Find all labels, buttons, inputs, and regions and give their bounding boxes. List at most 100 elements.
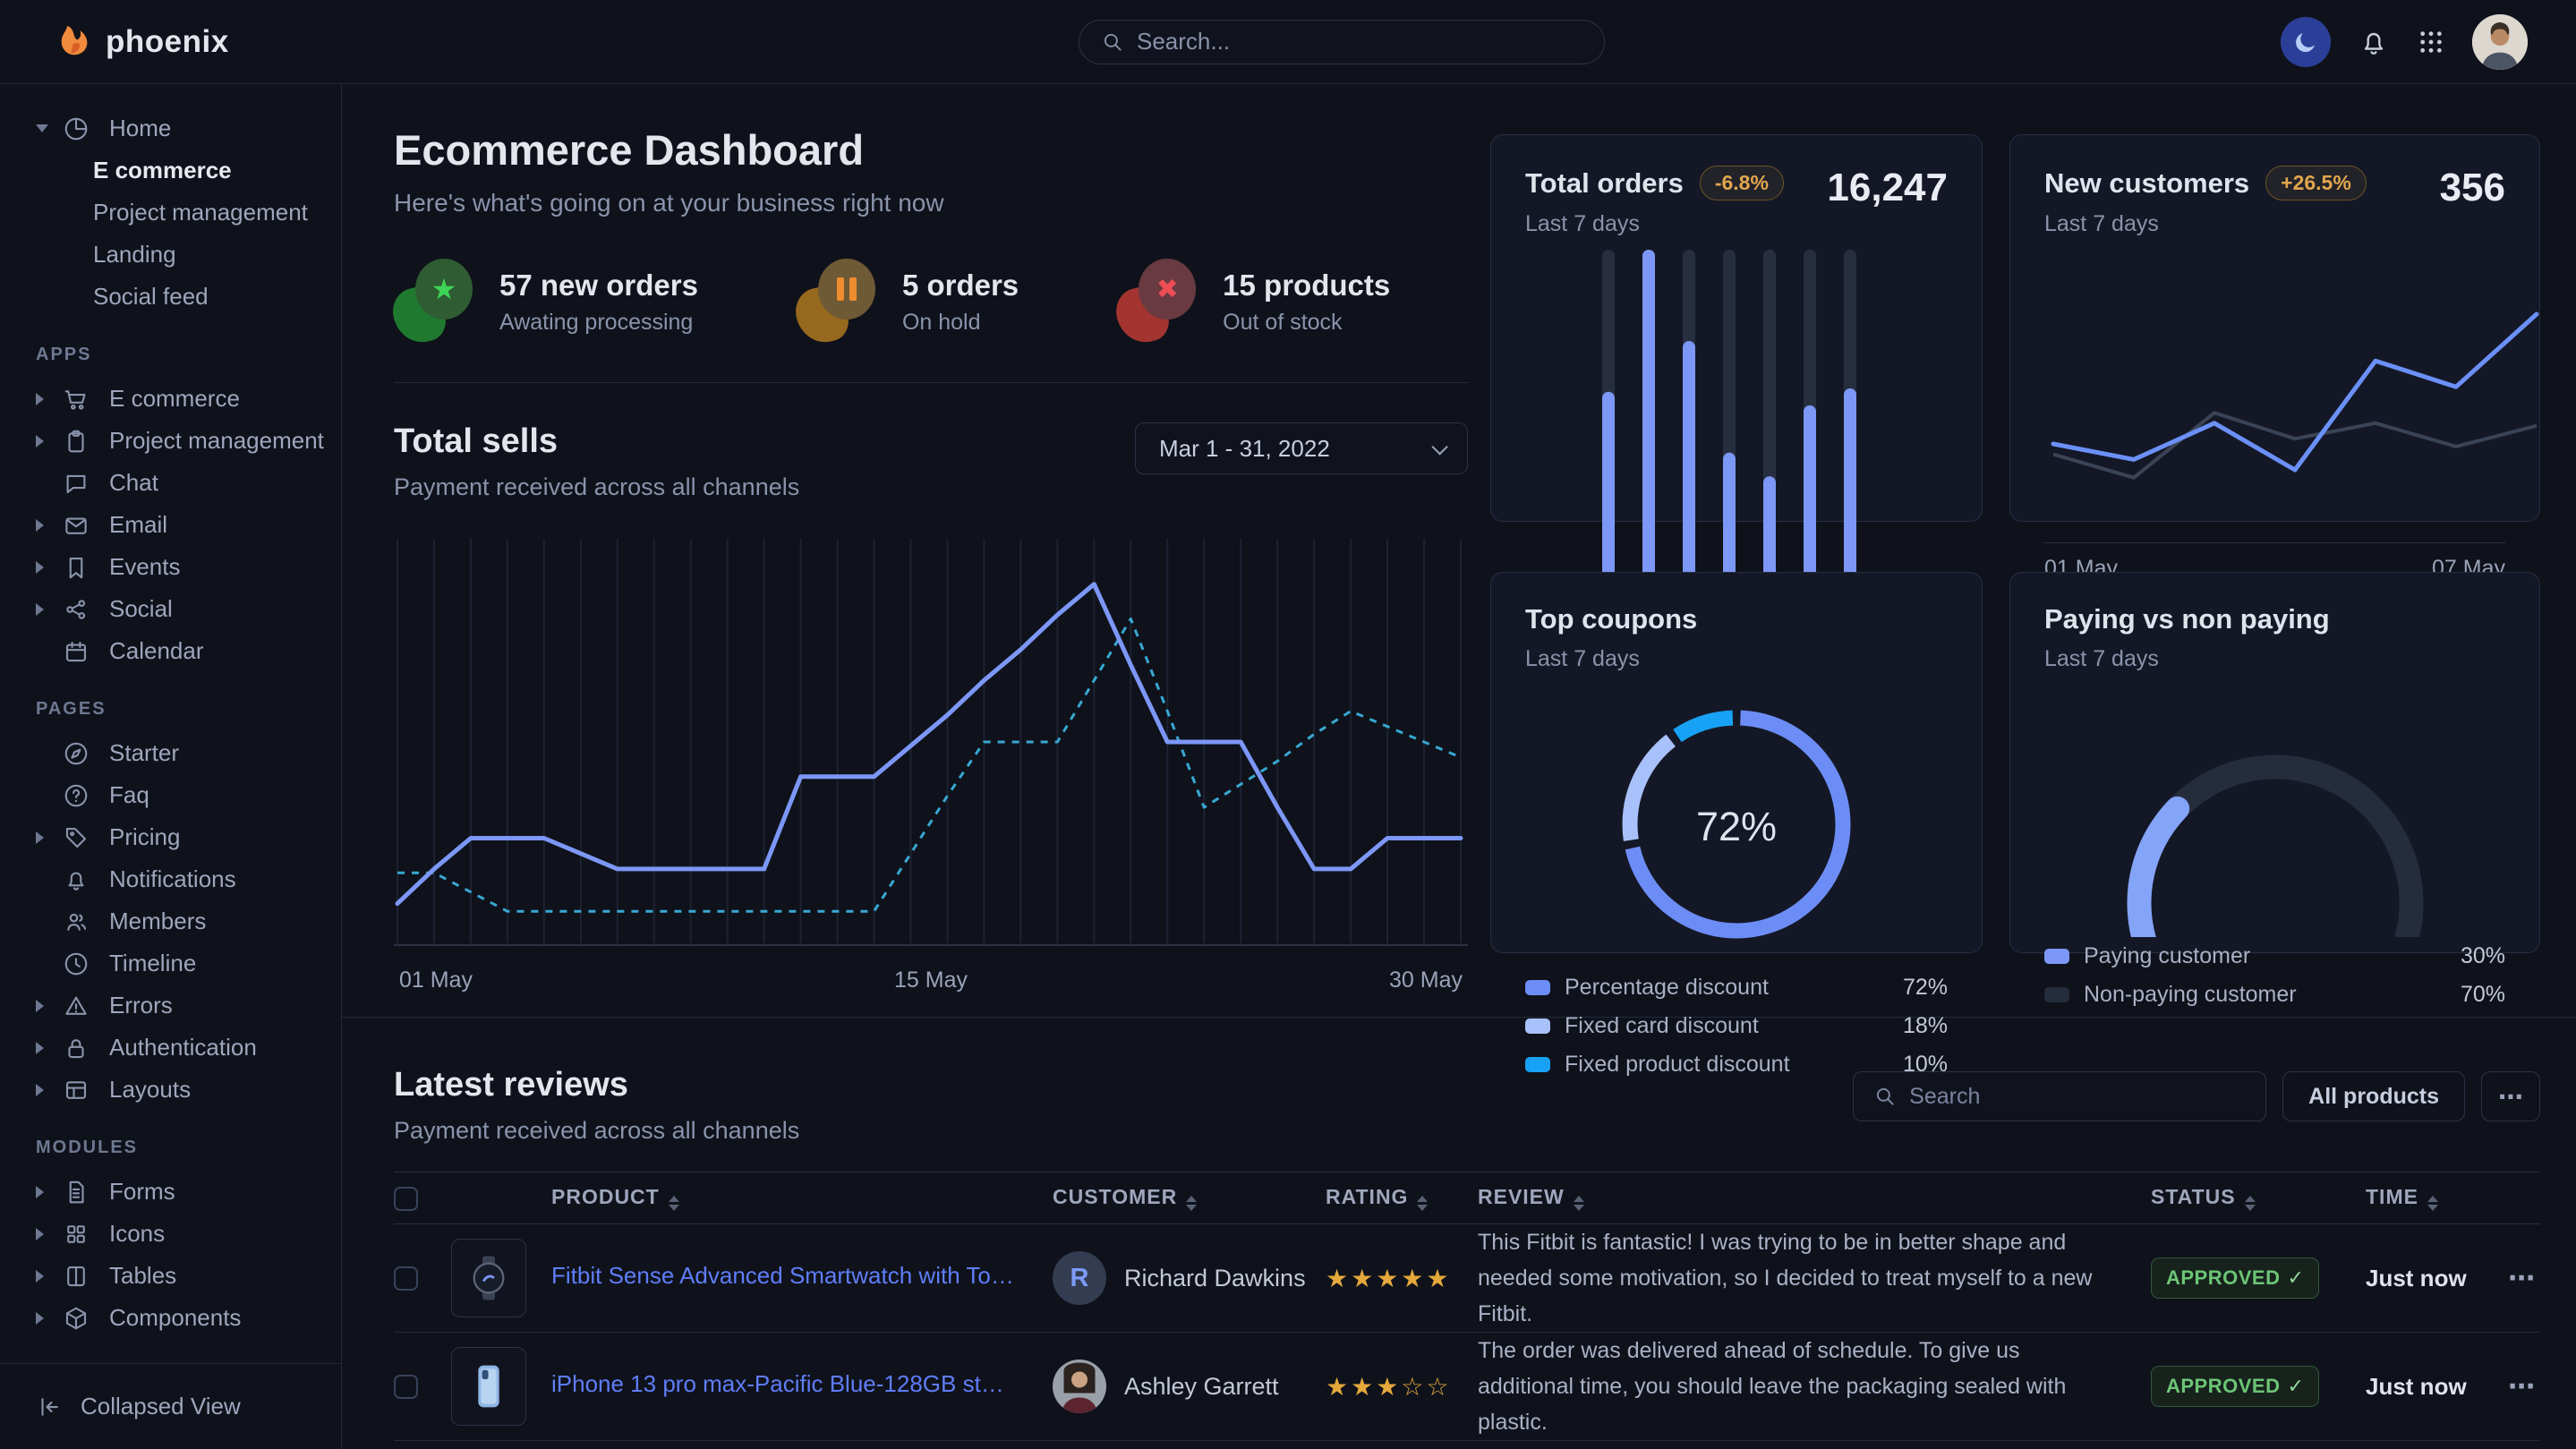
product-thumbnail[interactable] xyxy=(451,1239,526,1317)
sidebar-item-members[interactable]: Members xyxy=(0,900,341,942)
row-actions-button[interactable]: ⋯ xyxy=(2500,1371,2540,1402)
chevron-down-icon xyxy=(1431,439,1447,455)
caret-right-icon xyxy=(36,1084,63,1096)
reviews-search-input[interactable] xyxy=(1909,1084,2246,1110)
sidebar-item-authentication[interactable]: Authentication xyxy=(0,1027,341,1069)
caret-right-icon xyxy=(36,1186,63,1198)
avatar-image xyxy=(2472,14,2528,70)
envelope-icon xyxy=(63,512,90,539)
sidebar-item-project-management-page[interactable]: Project management xyxy=(0,192,341,234)
caret-right-icon xyxy=(36,435,63,447)
stat-orders-on-hold: 5 orders On hold xyxy=(797,259,1019,345)
sidebar-item-landing-page[interactable]: Landing xyxy=(0,234,341,276)
sidebar-item-faq[interactable]: Faq xyxy=(0,774,341,816)
caret-right-icon xyxy=(36,519,63,532)
sort-icon[interactable] xyxy=(1574,1196,1584,1211)
dashboard-left-column: Ecommerce Dashboard Here's what's going … xyxy=(394,125,1468,993)
iphone-image xyxy=(464,1361,514,1411)
sort-icon[interactable] xyxy=(669,1196,679,1211)
pie-chart-icon xyxy=(63,115,90,142)
sidebar-item-social[interactable]: Social xyxy=(0,588,341,630)
select-all-checkbox[interactable] xyxy=(394,1187,418,1211)
sidebar-nav: Home E commerce Project management Landi… xyxy=(0,84,341,1363)
notifications-button[interactable] xyxy=(2358,26,2390,58)
sidebar-item-forms[interactable]: Forms xyxy=(0,1171,341,1213)
sort-icon[interactable] xyxy=(2427,1196,2438,1211)
total-orders-card: Total orders -6.8% Last 7 days 16,247 Co… xyxy=(1490,134,1983,522)
row-checkbox[interactable] xyxy=(394,1375,418,1399)
product-link[interactable]: iPhone 13 pro max-Pacific Blue-128GB sto… xyxy=(551,1370,1017,1398)
people-icon xyxy=(63,908,90,935)
columns-icon xyxy=(63,1263,90,1290)
sidebar-item-ecommerce-page[interactable]: E commerce xyxy=(0,149,341,192)
sidebar-item-notifications[interactable]: Notifications xyxy=(0,858,341,900)
caret-right-icon xyxy=(36,1000,63,1012)
reviews-more-button[interactable]: ⋯ xyxy=(2481,1071,2540,1121)
total-orders-bar-chart xyxy=(1525,241,1948,599)
sidebar-item-home[interactable]: Home xyxy=(0,107,341,149)
column-product: PRODUCT xyxy=(551,1172,1053,1224)
new-customers-line-chart xyxy=(2044,237,2505,537)
sidebar-item-email[interactable]: Email xyxy=(0,504,341,546)
sidebar-item-timeline[interactable]: Timeline xyxy=(0,942,341,984)
all-products-button[interactable]: All products xyxy=(2282,1071,2465,1121)
calendar-icon xyxy=(63,638,90,665)
sidebar-item-components[interactable]: Components xyxy=(0,1297,341,1339)
sort-icon[interactable] xyxy=(1417,1196,1428,1211)
caret-right-icon xyxy=(36,1312,63,1325)
product-link[interactable]: Fitbit Sense Advanced Smartwatch with To… xyxy=(551,1262,1017,1290)
sidebar-item-pricing[interactable]: Pricing xyxy=(0,816,341,858)
sidebar-item-calendar[interactable]: Calendar xyxy=(0,630,341,672)
sidebar-section-pages: PAGES xyxy=(0,672,341,732)
column-status: STATUS xyxy=(2151,1172,2366,1224)
legend-swatch xyxy=(1525,1019,1550,1034)
brand-logo[interactable]: phoenix xyxy=(27,21,229,63)
sidebar-item-starter[interactable]: Starter xyxy=(0,732,341,774)
sidebar-item-project-management-app[interactable]: Project management xyxy=(0,420,341,462)
cart-icon xyxy=(63,386,90,413)
quick-stats: ★ 57 new orders Awating processing 5 ord… xyxy=(394,259,1468,383)
sidebar-item-ecommerce-app[interactable]: E commerce xyxy=(0,378,341,420)
latest-reviews-subtitle: Payment received across all channels xyxy=(394,1117,799,1145)
collapsed-view-toggle[interactable]: Collapsed View xyxy=(0,1363,341,1449)
dashboard-top: Ecommerce Dashboard Here's what's going … xyxy=(342,84,2576,993)
product-thumbnail[interactable] xyxy=(451,1347,526,1426)
sort-icon[interactable] xyxy=(2245,1196,2256,1211)
sidebar-section-modules: MODULES xyxy=(0,1111,341,1171)
review-time: Just now xyxy=(2366,1373,2467,1400)
smartwatch-image xyxy=(464,1253,514,1303)
sort-icon[interactable] xyxy=(1186,1196,1197,1211)
sidebar-item-layouts[interactable]: Layouts xyxy=(0,1069,341,1111)
table-row xyxy=(394,1441,2540,1449)
caret-right-icon xyxy=(36,1270,63,1283)
navbar-actions xyxy=(2281,14,2549,70)
date-range-select[interactable]: Mar 1 - 31, 2022 xyxy=(1135,422,1468,474)
sidebar-item-icons[interactable]: Icons xyxy=(0,1213,341,1255)
caret-right-icon xyxy=(36,393,63,405)
paying-vs-non-paying-card: Paying vs non paying Last 7 days Paying … xyxy=(2009,572,2540,953)
apps-grid-button[interactable] xyxy=(2417,28,2445,56)
sidebar-item-events[interactable]: Events xyxy=(0,546,341,588)
out-of-stock-x-icon: ✖ xyxy=(1117,259,1199,345)
chat-bubble-icon xyxy=(63,470,90,497)
row-checkbox[interactable] xyxy=(394,1266,418,1291)
customer-avatar xyxy=(1053,1360,1106,1413)
reviews-table: PRODUCT CUSTOMER RATING REVIEW STATUS TI… xyxy=(394,1172,2540,1449)
sidebar-item-errors[interactable]: Errors xyxy=(0,984,341,1027)
customer-name: Ashley Garrett xyxy=(1124,1373,1279,1401)
user-avatar[interactable] xyxy=(2472,14,2528,70)
compass-icon xyxy=(63,740,90,767)
total-orders-value: 16,247 xyxy=(1827,166,1948,210)
dark-mode-toggle[interactable] xyxy=(2281,17,2331,67)
legend-swatch xyxy=(1525,1057,1550,1072)
clock-icon xyxy=(63,950,90,977)
sidebar-item-chat[interactable]: Chat xyxy=(0,462,341,504)
global-search-input[interactable] xyxy=(1137,28,1582,55)
question-circle-icon xyxy=(63,782,90,809)
new-customers-badge: +26.5% xyxy=(2265,166,2367,200)
caret-right-icon xyxy=(36,561,63,574)
row-actions-button[interactable]: ⋯ xyxy=(2500,1263,2540,1294)
total-sells-subtitle: Payment received across all channels xyxy=(394,473,799,501)
sidebar-item-social-feed-page[interactable]: Social feed xyxy=(0,276,341,318)
sidebar-item-tables[interactable]: Tables xyxy=(0,1255,341,1297)
